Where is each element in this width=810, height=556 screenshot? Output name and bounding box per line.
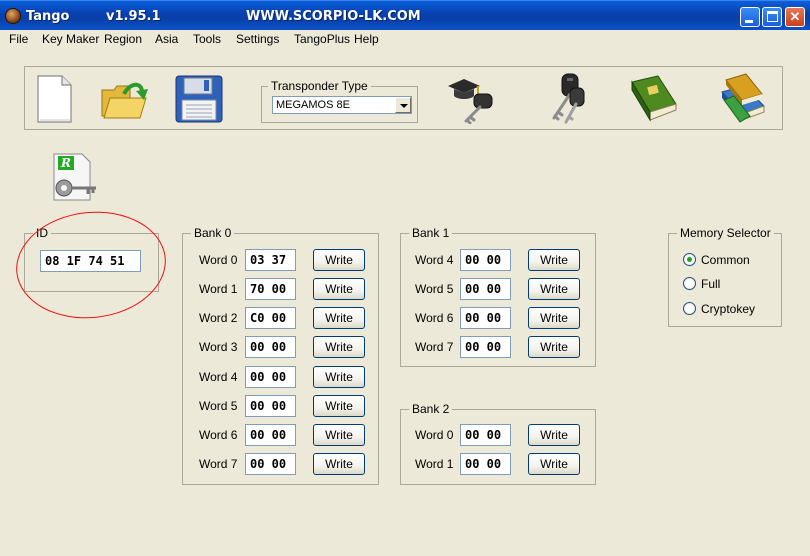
menu-settings[interactable]: Settings <box>236 32 279 46</box>
bank1-word-label: Word 7 <box>415 340 454 354</box>
bank1-word-field[interactable]: 00 00 <box>460 336 511 358</box>
open-folder-icon[interactable] <box>100 78 148 120</box>
minimize-icon <box>745 20 753 23</box>
bank0-word-field[interactable]: 00 00 <box>245 453 296 475</box>
version-label: v1.95.1 <box>106 9 161 24</box>
bank1-word-field[interactable]: 00 00 <box>460 249 511 271</box>
radio-cryptokey[interactable] <box>683 302 696 315</box>
menu-file[interactable]: File <box>9 32 28 46</box>
bank0-write-button[interactable]: Write <box>313 453 365 475</box>
bank0-word-label: Word 0 <box>199 253 238 267</box>
bank0-word-label: Word 7 <box>199 457 238 471</box>
transponder-type-label: Transponder Type <box>268 79 371 93</box>
bank0-write-button[interactable]: Write <box>313 307 365 329</box>
dropdown-button[interactable] <box>395 97 411 113</box>
bank1-word-label: Word 6 <box>415 311 454 325</box>
menu-tools[interactable]: Tools <box>193 32 221 46</box>
menu-bar: File Key Maker Region Asia Tools Setting… <box>0 30 810 48</box>
bank1-word-field[interactable]: 00 00 <box>460 278 511 300</box>
save-floppy-icon[interactable] <box>174 74 224 124</box>
report-key-icon[interactable]: R <box>52 152 98 202</box>
bank0-word-field[interactable]: 00 00 <box>245 336 296 358</box>
keys-icon[interactable] <box>536 72 588 124</box>
radio-common[interactable] <box>683 253 696 266</box>
bank0-word-label: Word 6 <box>199 428 238 442</box>
bank1-write-button[interactable]: Write <box>528 307 580 329</box>
bank0-write-button[interactable]: Write <box>313 278 365 300</box>
transponder-type-value: MEGAMOS 8E <box>276 99 350 111</box>
bank0-word-label: Word 3 <box>199 340 238 354</box>
radio-full[interactable] <box>683 277 696 290</box>
transponder-type-select[interactable]: MEGAMOS 8E <box>272 96 412 114</box>
bank0-write-button[interactable]: Write <box>313 366 365 388</box>
minimize-button[interactable] <box>740 7 760 27</box>
menu-asia[interactable]: Asia <box>155 32 178 46</box>
key-graduate-icon[interactable] <box>446 72 498 124</box>
radio-full-label[interactable]: Full <box>701 277 720 291</box>
bank0-word-field[interactable]: C0 00 <box>245 307 296 329</box>
bank0-word-field[interactable]: 00 00 <box>245 366 296 388</box>
bank0-word-label: Word 2 <box>199 311 238 325</box>
close-icon: ✕ <box>789 9 801 24</box>
close-button[interactable]: ✕ <box>785 7 805 27</box>
bank1-write-button[interactable]: Write <box>528 336 580 358</box>
bank0-label: Bank 0 <box>191 226 235 240</box>
window-title: Tango <box>26 9 70 24</box>
report-badge: R <box>61 156 71 170</box>
bank1-write-button[interactable]: Write <box>528 249 580 271</box>
menu-key-maker[interactable]: Key Maker <box>42 32 99 46</box>
books-stack-icon[interactable] <box>716 72 770 126</box>
bank0-write-button[interactable]: Write <box>313 424 365 446</box>
bank0-write-button[interactable]: Write <box>313 336 365 358</box>
website-label: WWW.SCORPIO-LK.COM <box>246 9 421 24</box>
bank0-word-field[interactable]: 00 00 <box>245 424 296 446</box>
chevron-down-icon <box>400 104 408 108</box>
bank2-word-field[interactable]: 00 00 <box>460 453 511 475</box>
bank0-word-label: Word 1 <box>199 282 238 296</box>
radio-common-label[interactable]: Common <box>701 253 750 267</box>
bank1-label: Bank 1 <box>409 226 453 240</box>
bank1-word-label: Word 5 <box>415 282 454 296</box>
red-annotation-circle <box>10 204 172 326</box>
bank1-word-label: Word 4 <box>415 253 454 267</box>
maximize-button[interactable] <box>762 7 782 27</box>
bank2-write-button[interactable]: Write <box>528 424 580 446</box>
bank0-word-label: Word 5 <box>199 399 238 413</box>
bank0-word-label: Word 4 <box>199 370 238 384</box>
bank1-write-button[interactable]: Write <box>528 278 580 300</box>
memory-selector-label: Memory Selector <box>677 226 774 240</box>
menu-help[interactable]: Help <box>354 32 379 46</box>
bank0-word-field[interactable]: 70 00 <box>245 278 296 300</box>
bank0-write-button[interactable]: Write <box>313 395 365 417</box>
radio-cryptokey-label[interactable]: Cryptokey <box>701 302 755 316</box>
bank2-label: Bank 2 <box>409 402 453 416</box>
bank2-write-button[interactable]: Write <box>528 453 580 475</box>
bank2-word-label: Word 0 <box>415 428 454 442</box>
book-icon[interactable] <box>628 74 680 124</box>
bank0-word-field[interactable]: 03 37 <box>245 249 296 271</box>
radio-selected-dot <box>687 257 692 262</box>
menu-tangoplus[interactable]: TangoPlus <box>294 32 350 46</box>
new-file-icon[interactable] <box>36 74 74 124</box>
title-bar[interactable]: Tango v1.95.1 WWW.SCORPIO-LK.COM ✕ <box>0 0 810 30</box>
bank1-word-field[interactable]: 00 00 <box>460 307 511 329</box>
bank0-write-button[interactable]: Write <box>313 249 365 271</box>
menu-region[interactable]: Region <box>104 32 142 46</box>
bank2-word-field[interactable]: 00 00 <box>460 424 511 446</box>
bank2-word-label: Word 1 <box>415 457 454 471</box>
report-key-graphic <box>53 153 96 201</box>
app-icon[interactable] <box>5 8 21 24</box>
maximize-icon <box>767 11 778 22</box>
bank0-word-field[interactable]: 00 00 <box>245 395 296 417</box>
